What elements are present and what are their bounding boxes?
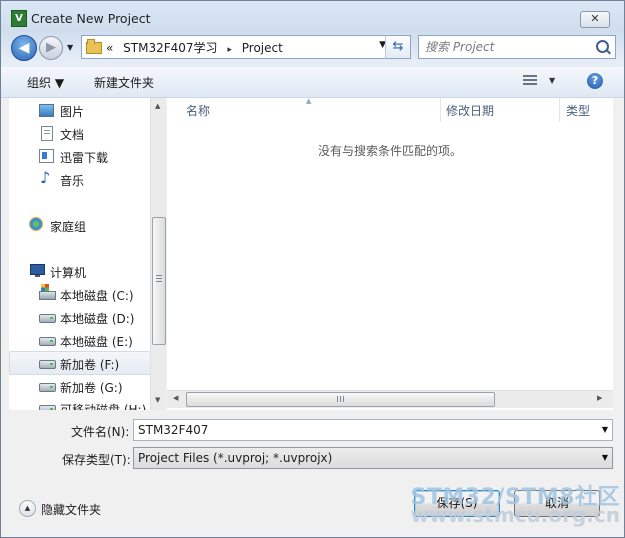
column-header-date[interactable]: 修改日期 <box>446 98 494 122</box>
help-icon[interactable]: ? <box>587 73 603 89</box>
sidebar-item-documents[interactable]: 文档 <box>9 122 149 144</box>
chevron-down-icon[interactable]: ▼ <box>602 425 608 434</box>
sort-ascending-icon: ▲ <box>306 97 312 105</box>
download-folder-icon <box>39 149 54 163</box>
command-toolbar: 组织 ▼ 新建文件夹 ▼ ? <box>1 67 624 98</box>
file-horizontal-scrollbar[interactable]: ◀ ▶ <box>167 390 613 408</box>
sidebar-item-drive-c[interactable]: 本地磁盘 (C:) <box>9 283 149 305</box>
sidebar-item-label: 可移动磁盘 (H:) <box>60 403 147 410</box>
sidebar-item-drive-d[interactable]: 本地磁盘 (D:) <box>9 306 149 328</box>
drive-icon <box>39 383 56 392</box>
sidebar-item-label: 本地磁盘 (D:) <box>60 312 135 326</box>
filetype-label: 保存类型(T): <box>62 453 131 467</box>
sidebar-item-drive-g[interactable]: 新加卷 (G:) <box>9 375 149 397</box>
search-box[interactable] <box>418 35 616 59</box>
refresh-icon: ⇆ <box>392 39 404 54</box>
column-header-type[interactable]: 类型 <box>566 98 590 122</box>
save-button[interactable]: 保存(S) <box>414 490 500 517</box>
grip-icon <box>337 396 344 402</box>
address-bar[interactable]: « STM32F407学习 ▸ Project ▼ <box>81 35 411 59</box>
drive-icon <box>39 360 56 369</box>
close-button[interactable]: ✕ <box>580 11 610 28</box>
breadcrumb-item[interactable]: STM32F407学习 <box>123 41 217 55</box>
back-arrow-icon[interactable]: ◀ <box>11 35 37 61</box>
scroll-up-icon[interactable]: ▲ <box>155 102 160 110</box>
sidebar-item-music[interactable]: 音乐 <box>9 168 149 190</box>
window-title: Create New Project <box>31 11 151 26</box>
hide-folders-label[interactable]: 隐藏文件夹 <box>41 501 101 518</box>
scroll-thumb[interactable] <box>186 392 495 407</box>
chevron-down-icon[interactable]: ▼ <box>602 453 608 462</box>
sidebar-item-homegroup[interactable]: 家庭组 <box>9 214 149 236</box>
sidebar-item-pictures[interactable]: 图片 <box>9 99 149 121</box>
filename-label: 文件名(N): <box>71 425 130 439</box>
filename-value: STM32F407 <box>138 423 209 437</box>
sidebar-item-drive-f[interactable]: 新加卷 (F:) <box>9 351 151 375</box>
recent-locations-dropdown[interactable]: ▼ <box>67 43 73 52</box>
breadcrumb-item[interactable]: Project <box>242 41 283 55</box>
file-list-pane[interactable]: ▲ 名称 修改日期 类型 没有与搜索条件匹配的项。 <box>167 97 613 410</box>
dialog-window: V Create New Project ✕ ◀ ▶ ▼ « STM32F407… <box>0 0 625 538</box>
sidebar-item-label: 计算机 <box>50 266 87 280</box>
scroll-down-icon[interactable]: ▼ <box>155 396 160 404</box>
empty-results-message: 没有与搜索条件匹配的项。 <box>317 144 462 158</box>
removable-drive-icon <box>39 405 56 410</box>
search-icon[interactable] <box>596 40 609 53</box>
sidebar-item-label: 文档 <box>60 128 85 142</box>
search-input[interactable] <box>423 38 597 56</box>
music-icon <box>39 168 53 187</box>
nav-vertical-scrollbar[interactable]: ▲ ▼ <box>150 98 166 410</box>
sidebar-item-label: 本地磁盘 (E:) <box>60 335 133 349</box>
breadcrumb-separator-icon[interactable]: ▸ <box>227 45 232 55</box>
scroll-right-icon[interactable]: ▶ <box>597 394 602 402</box>
sidebar-item-label: 本地磁盘 (C:) <box>60 289 134 303</box>
pictures-icon <box>39 104 54 117</box>
sidebar-item-label: 新加卷 (F:) <box>60 358 120 372</box>
filetype-value: Project Files (*.uvproj; *.uvprojx) <box>138 451 333 465</box>
filename-input[interactable]: STM32F407 ▼ <box>133 419 613 441</box>
scroll-thumb[interactable] <box>152 217 166 345</box>
title-bar: V Create New Project ✕ <box>1 1 624 33</box>
drive-icon <box>39 314 56 323</box>
sidebar-item-computer[interactable]: 计算机 <box>9 260 149 282</box>
sidebar-item-label: 图片 <box>60 105 85 119</box>
organize-button[interactable]: 组织 ▼ <box>27 74 64 91</box>
views-dropdown-icon[interactable]: ▼ <box>549 76 555 85</box>
navigation-pane[interactable]: 图片 文档 迅雷下载 音乐 家庭组 计算机 本地磁盘 (C:) 本地磁盘 (D <box>9 98 165 410</box>
sidebar-item-label: 家庭组 <box>50 220 87 234</box>
sidebar-item-label: 迅雷下载 <box>60 151 109 165</box>
sidebar-item-downloads[interactable]: 迅雷下载 <box>9 145 149 167</box>
breadcrumb: « STM32F407学习 ▸ Project <box>106 39 289 56</box>
homegroup-icon <box>29 217 43 231</box>
documents-icon <box>41 126 53 141</box>
refresh-button[interactable]: ⇆ <box>385 35 411 59</box>
sidebar-item-label: 新加卷 (G:) <box>60 381 123 395</box>
filetype-select[interactable]: Project Files (*.uvproj; *.uvprojx) ▼ <box>133 447 613 469</box>
system-drive-icon <box>39 284 56 300</box>
keil-app-icon: V <box>11 10 27 27</box>
sidebar-item-label: 音乐 <box>60 174 85 188</box>
sidebar-item-drive-e[interactable]: 本地磁盘 (E:) <box>9 329 149 351</box>
folder-icon <box>86 39 102 54</box>
chevron-up-icon[interactable]: ▲ <box>19 500 36 517</box>
sidebar-item-drive-h[interactable]: 可移动磁盘 (H:) <box>9 397 149 410</box>
computer-icon <box>30 264 45 277</box>
grip-icon <box>156 275 162 282</box>
column-header-name[interactable]: 名称 <box>186 98 210 122</box>
drive-icon <box>39 337 56 346</box>
new-folder-button[interactable]: 新建文件夹 <box>94 74 154 91</box>
views-icon[interactable] <box>523 75 537 87</box>
cancel-button[interactable]: 取消 <box>514 490 600 517</box>
column-divider[interactable] <box>559 98 560 122</box>
forward-arrow-icon[interactable]: ▶ <box>39 36 63 60</box>
breadcrumb-overflow[interactable]: « <box>106 41 113 55</box>
column-divider[interactable] <box>440 98 441 122</box>
scroll-left-icon[interactable]: ◀ <box>173 394 178 402</box>
